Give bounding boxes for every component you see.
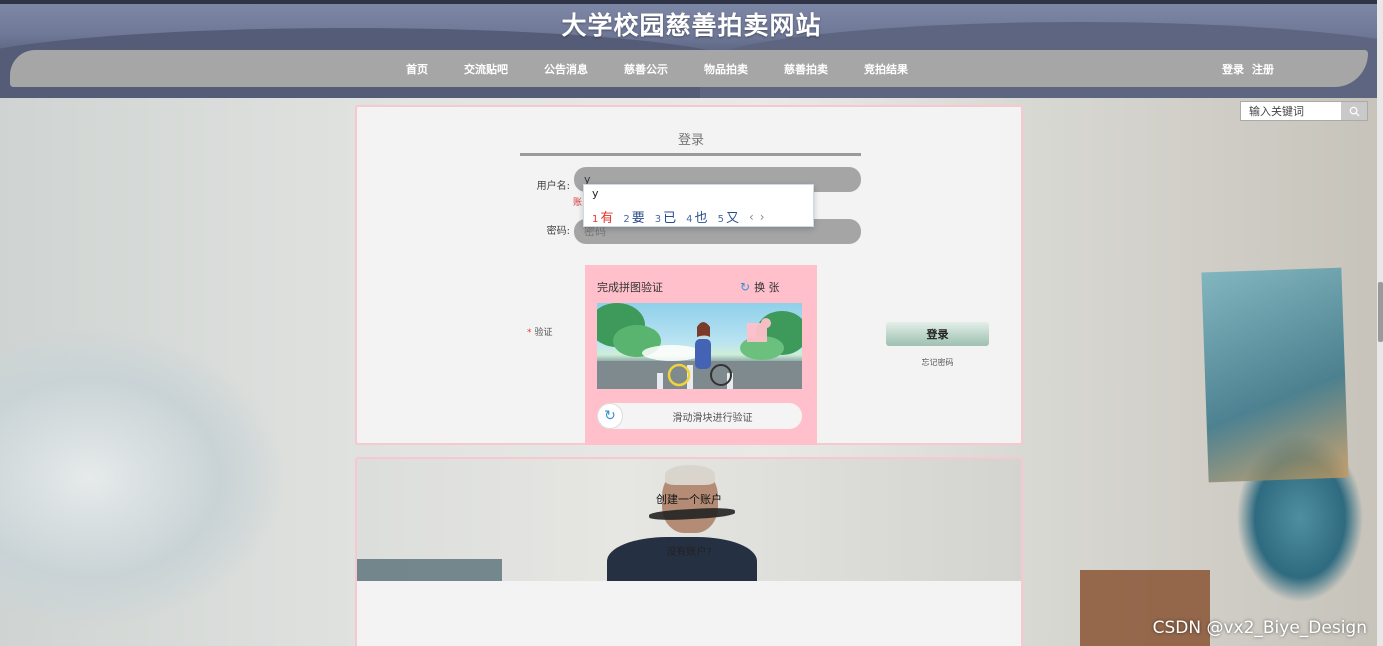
password-label: 密码: [546,226,570,237]
nav-item-auction-results[interactable]: 竞拍结果 [864,61,908,77]
nav-item-notices[interactable]: 公告消息 [544,61,588,77]
verify-label-text: 验证 [534,328,553,338]
ime-composition: y [592,187,599,200]
slider-handle[interactable]: ↻ [597,403,623,429]
refresh-arrow-icon: ↻ [604,408,616,424]
search-button[interactable] [1341,102,1367,120]
ime-candidate-number: 2 [623,214,630,225]
ime-candidate[interactable]: 1有 [592,207,613,226]
site-header: 大学校园慈善拍卖网站 首页 交流贴吧 公告消息 慈善公示 物品拍卖 慈善拍卖 竞… [0,0,1383,98]
nav-item-forum[interactable]: 交流贴吧 [464,61,508,77]
login-title: 登录 [677,133,704,148]
create-account-link[interactable]: 创建一个账户 [357,491,1021,507]
banner-strip [357,559,502,581]
captcha-slider[interactable]: ↻ 滑动滑块进行验证 [597,403,802,429]
captcha-refresh-label: 换 张 [754,281,780,294]
ime-candidate[interactable]: 3已 [655,207,676,226]
register-banner-photo [357,459,1021,581]
captcha-illustration [597,303,802,389]
ime-candidate-text: 已 [663,211,677,226]
nav-item-item-auction[interactable]: 物品拍卖 [704,61,748,77]
site-title: 大学校园慈善拍卖网站 [561,11,822,40]
captcha-puzzle-image [597,303,802,389]
login-panel: 登录 用户名: 账 密码: *验证 完成拼图验证 ↻ 换 张 [355,105,1023,445]
verify-label: * 验证 [527,328,553,338]
refresh-icon: ↻ [740,280,751,294]
background-painting [1201,267,1349,483]
nav-item-charity-auction[interactable]: 慈善拍卖 [784,61,828,77]
search-input[interactable] [1241,102,1341,120]
ime-candidate-text: 要 [631,211,645,226]
username-error: 账 [573,198,583,208]
search-box [1240,101,1368,121]
watermark: CSDN @vx2_Biye_Design [1152,618,1367,638]
ime-candidate-number: 5 [717,214,724,225]
nav-item-home[interactable]: 首页 [406,61,428,77]
ime-candidate-number: 1 [592,214,599,225]
nav-items: 首页 交流贴吧 公告消息 慈善公示 物品拍卖 慈善拍卖 竞拍结果 [406,50,944,87]
scrollbar-thumb[interactable] [1378,282,1383,342]
nav-register-link[interactable]: 注册 [1252,61,1274,77]
ime-candidates: 1有 2要 3已 4也 5又 ‹ › [592,207,765,227]
nav-login-link[interactable]: 登录 [1222,61,1244,77]
no-account-text: 没有账户? [666,547,712,558]
auth-links: 登录 注册 [1222,50,1282,87]
ime-candidate-text: 又 [725,211,739,226]
username-label: 用户名: [536,181,570,192]
ime-prev-page-icon[interactable]: ‹ [749,210,754,224]
main-nav: 首页 交流贴吧 公告消息 慈善公示 物品拍卖 慈善拍卖 竞拍结果 登录 注册 [10,50,1368,87]
banner-figure-hair [665,465,715,485]
ime-candidate-number: 4 [686,214,693,225]
nav-item-charity-public[interactable]: 慈善公示 [624,61,668,77]
search-icon [1349,106,1360,117]
captcha-widget: 完成拼图验证 ↻ 换 张 ↻ 滑动滑块进行验证 [585,265,817,445]
top-border [0,0,1383,4]
captcha-refresh-button[interactable]: ↻ 换 张 [740,279,780,295]
ime-candidate[interactable]: 4也 [686,207,707,226]
slider-hint: 滑动滑块进行验证 [672,412,753,424]
captcha-title: 完成拼图验证 [597,281,663,294]
forgot-password-link[interactable]: 忘记密码 [886,357,989,368]
ime-next-page-icon[interactable]: › [760,210,765,224]
ime-candidate-number: 3 [654,214,662,225]
register-panel: 创建一个账户 没有账户? [355,457,1023,646]
title-divider [520,153,861,156]
ime-candidate[interactable]: 2要 [623,207,644,226]
ime-candidate-window: y 1有 2要 3已 4也 5又 ‹ › [583,184,814,227]
ime-candidate-text: 有 [600,211,614,226]
ime-candidate-text: 也 [694,211,708,226]
ime-candidate[interactable]: 5又 [718,207,739,226]
login-submit-button[interactable]: 登录 [886,322,989,346]
